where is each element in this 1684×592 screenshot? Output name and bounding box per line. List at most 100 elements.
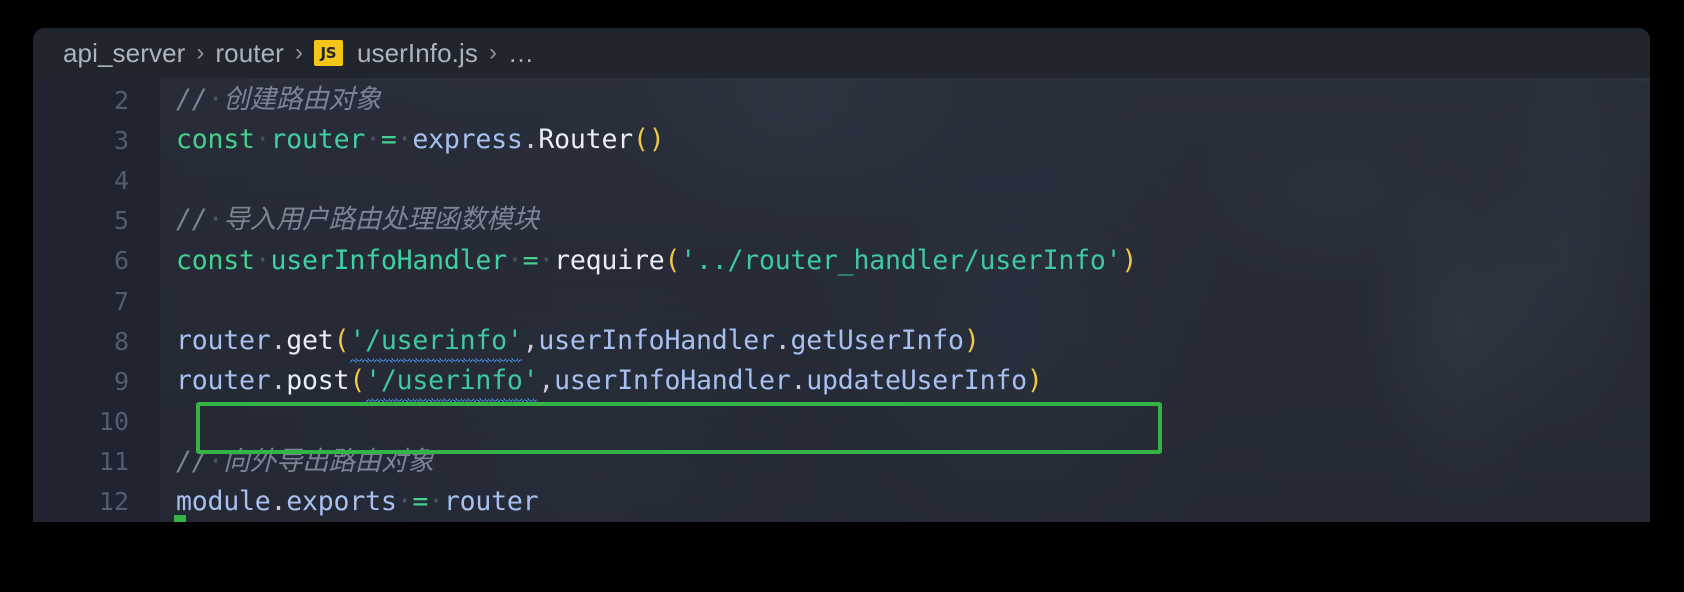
object-userinfohandler: userInfoHandler (538, 324, 775, 356)
whitespace-dot: · (254, 124, 271, 156)
code-line[interactable]: 3 const·router·=·express.Router() (33, 120, 1650, 160)
javascript-file-icon: JS (313, 40, 343, 66)
paren-open: ( (349, 365, 366, 397)
breadcrumb[interactable]: api_server › router › JS userInfo.js › … (33, 28, 1650, 78)
code-line[interactable]: 7 (33, 281, 1650, 321)
line-number: 10 (98, 407, 129, 437)
keyword-const: const (176, 124, 255, 156)
whitespace-dot: · (538, 244, 555, 276)
identifier-userinfohandler: userInfoHandler (270, 244, 508, 276)
string-route-path: '/userinfo' (349, 324, 523, 356)
line-number: 3 (113, 125, 129, 155)
method-post: post (286, 365, 350, 397)
object-userinfohandler: userInfoHandler (554, 365, 791, 397)
line-number: 12 (98, 487, 129, 517)
paren-close: ) (1026, 365, 1043, 397)
code-line[interactable]: 6 const·userInfoHandler·=·require('../ro… (33, 241, 1650, 281)
line-content[interactable]: const·router·=·express.Router() (160, 124, 1650, 156)
line-number: 8 (113, 326, 129, 356)
line-content[interactable]: module.exports·=·router (160, 485, 1650, 517)
operator-assign: = (412, 485, 429, 517)
keyword-const: const (176, 244, 255, 276)
identifier-router: router (443, 485, 539, 517)
method-getuserinfo: getUserInfo (790, 324, 965, 356)
code-line-highlighted[interactable]: 9 router.post('/userinfo',userInfoHandle… (33, 361, 1650, 401)
object-module: module (176, 485, 271, 517)
paren-close: ) (648, 124, 665, 156)
method-updateuserinfo: updateUserInfo (806, 365, 1027, 397)
line-number: 7 (113, 286, 129, 316)
whitespace-dot: · (506, 244, 523, 276)
string-route-path: '/userinfo' (365, 365, 539, 397)
code-line[interactable]: 4 (33, 160, 1650, 200)
comment-token: // (176, 204, 208, 236)
breadcrumb-item-userinfo-js[interactable]: userInfo.js (357, 38, 478, 69)
comment-text: 创建路由对象 (223, 83, 382, 115)
paren-open: ( (632, 124, 649, 156)
line-number: 6 (113, 246, 129, 276)
code-line[interactable]: 11 //·向外导出路由对象 (33, 442, 1650, 482)
dot-operator: . (270, 365, 287, 397)
code-lines: 2 //·创建路由对象 3 const·router·=·express.Rou… (33, 78, 1650, 522)
whitespace-dot: · (254, 244, 271, 276)
function-require: require (554, 244, 665, 276)
paren-open: ( (333, 324, 350, 356)
line-content[interactable]: //·创建路由对象 (160, 83, 1650, 115)
whitespace-dot: · (207, 204, 224, 236)
comma: , (538, 365, 555, 397)
object-router: router (176, 324, 271, 356)
line-content[interactable]: //·导入用户路由处理函数模块 (160, 207, 1650, 234)
whitespace-dot: · (207, 445, 224, 477)
breadcrumb-item-api_server[interactable]: api_server (63, 38, 185, 69)
dot-operator: . (522, 124, 539, 156)
comment-token: // (176, 445, 208, 477)
line-content[interactable]: router.get('/userinfo',userInfoHandler.g… (160, 324, 1650, 356)
breadcrumb-overflow-ellipsis[interactable]: … (508, 38, 535, 69)
code-line[interactable]: 10 (33, 402, 1650, 442)
identifier-router: router (270, 124, 366, 156)
code-editor-pane[interactable]: 2 //·创建路由对象 3 const·router·=·express.Rou… (33, 78, 1650, 522)
paren-close: ) (1121, 244, 1138, 276)
line-content[interactable]: const·userInfoHandler·=·require('../rout… (160, 244, 1650, 276)
dot-operator: . (270, 324, 287, 356)
dot-operator: . (774, 324, 791, 356)
paren-close: ) (963, 324, 980, 356)
whitespace-dot: · (396, 124, 413, 156)
string-module-path: '../router_handler/userInfo' (680, 244, 1122, 276)
line-number: 9 (113, 366, 129, 396)
method-router: Router (538, 124, 633, 156)
paren-open: ( (664, 244, 681, 276)
whitespace-dot: · (207, 83, 224, 115)
whitespace-dot: · (396, 485, 413, 517)
comment-text: 向外导出路由对象 (223, 445, 434, 477)
comment-token: // (176, 83, 208, 115)
comment-text: 导入用户路由处理函数模块 (223, 204, 539, 236)
code-line[interactable]: 12 module.exports·=·router (33, 482, 1650, 522)
dot-operator: . (270, 485, 287, 517)
line-number: 11 (98, 447, 129, 477)
code-line[interactable]: 2 //·创建路由对象 (33, 80, 1650, 120)
chevron-right-icon: › (196, 39, 205, 66)
whitespace-dot: · (428, 485, 444, 517)
code-editor-window: api_server › router › JS userInfo.js › …… (33, 28, 1650, 522)
code-line[interactable]: 5 //·导入用户路由处理函数模块 (33, 201, 1650, 241)
comma: , (522, 324, 539, 356)
property-exports: exports (286, 485, 397, 517)
line-number: 4 (113, 165, 129, 195)
breadcrumb-item-router[interactable]: router (215, 38, 284, 69)
line-content[interactable]: //·向外导出路由对象 (160, 445, 1650, 477)
code-line[interactable]: 8 router.get('/userinfo',userInfoHandler… (33, 321, 1650, 361)
text-cursor-indicator (174, 515, 186, 522)
chevron-right-icon: › (488, 39, 497, 66)
line-content[interactable]: router.post('/userinfo',userInfoHandler.… (160, 365, 1650, 397)
line-number: 5 (113, 206, 129, 236)
object-express: express (412, 124, 523, 156)
chevron-right-icon: › (294, 39, 303, 66)
operator-assign: = (380, 124, 397, 156)
line-number: 2 (113, 85, 129, 115)
object-router: router (176, 365, 271, 397)
operator-assign: = (522, 244, 539, 276)
dot-operator: . (790, 365, 807, 397)
whitespace-dot: · (365, 124, 381, 156)
screenshot-root: api_server › router › JS userInfo.js › …… (0, 0, 1684, 592)
